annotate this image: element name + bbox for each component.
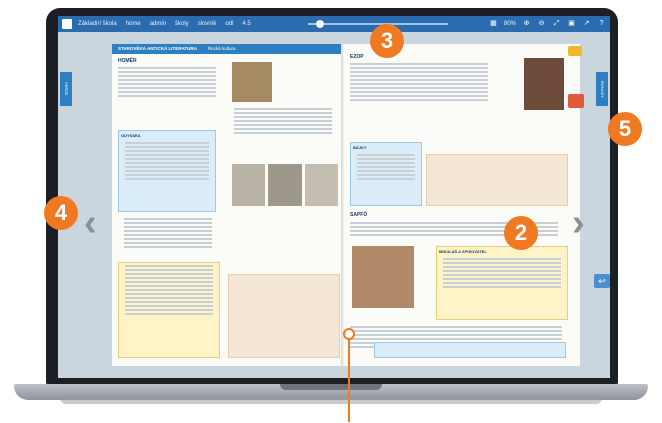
right-section-title-2: SAPFÓ [350, 212, 368, 218]
help-icon[interactable]: ? [597, 19, 606, 28]
right-yellow-box: MIKULÁŠ A SPISOVATEL [436, 246, 568, 320]
zoom-level: 80% [503, 20, 516, 27]
portrait-image [524, 58, 564, 110]
laptop-shadow [60, 398, 602, 404]
statue-image-3 [304, 164, 338, 206]
right-page: EZOP BÁJKY SAPFÓ MIKULÁŠ A SPISOVATEL [344, 44, 580, 366]
statue-image-1 [232, 164, 266, 206]
toolbar-item-home[interactable]: home [126, 21, 141, 27]
right-fable-box: BÁJKY [350, 142, 422, 206]
horse-image [232, 62, 272, 102]
sappho-painting [352, 246, 414, 308]
folder-icon[interactable] [568, 46, 582, 56]
left-page: STAROVĚKÁ ANTICKÁ LITERATURA Řecká kultu… [112, 44, 344, 366]
fullscreen-icon[interactable]: ⤢ [552, 19, 561, 28]
grid-icon[interactable]: ▦ [489, 19, 498, 28]
left-writing-area[interactable] [228, 274, 340, 358]
right-fable-box-title: BÁJKY [353, 145, 367, 150]
print-icon[interactable]: ▣ [567, 19, 576, 28]
left-yellow-box [118, 262, 220, 358]
share-icon[interactable]: ↗ [582, 19, 591, 28]
callout-3: 3 [370, 24, 404, 58]
checklist-lines [118, 216, 218, 250]
statue-image-2 [268, 164, 302, 206]
page-slider-knob[interactable] [316, 20, 324, 28]
app-screen: Základní škola home admin školy slovník … [58, 16, 610, 378]
right-text-block [344, 63, 494, 101]
zoom-in-icon[interactable]: ⊕ [522, 19, 531, 28]
bonus-side-tab[interactable]: BONUSY [596, 72, 608, 106]
versions-side-tab[interactable]: VERZE [60, 72, 72, 106]
media-icon[interactable] [568, 94, 584, 108]
top-toolbar: Základní škola home admin školy slovník … [58, 16, 610, 32]
callout-2: 2 [504, 216, 538, 250]
laptop-notch [280, 384, 382, 390]
left-page-header: STAROVĚKÁ ANTICKÁ LITERATURA Řecká kultu… [112, 44, 344, 54]
pointer-dot [343, 328, 355, 340]
toolbar-item-schools[interactable]: školy [175, 21, 189, 27]
right-table [374, 342, 566, 358]
left-band-subtitle: Řecká kultura [208, 46, 236, 51]
page-slider-track[interactable] [308, 23, 448, 25]
left-text-block [112, 67, 222, 97]
zoom-out-icon[interactable]: ⊖ [537, 19, 546, 28]
left-exercise-lines [228, 106, 338, 136]
left-info-box-title: ODYSSEA [121, 133, 141, 138]
left-band-title: STAROVĚKÁ ANTICKÁ LITERATURA [118, 46, 197, 51]
next-page-chevron-icon[interactable]: › [572, 204, 585, 242]
left-info-box: ODYSSEA [118, 130, 216, 212]
right-writing-area[interactable] [426, 154, 568, 206]
app-logo-icon[interactable] [62, 19, 72, 29]
pointer-line [348, 334, 350, 422]
back-arrow-icon[interactable]: ↩ [594, 274, 610, 288]
prev-page-chevron-icon[interactable]: ‹ [84, 204, 97, 242]
callout-5: 5 [608, 112, 642, 146]
right-yellow-box-title: MIKULÁŠ A SPISOVATEL [439, 249, 487, 254]
toolbar-item-dictionary[interactable]: slovník [198, 21, 217, 27]
toolbar-item-odl[interactable]: odl [225, 21, 233, 27]
page-number-readout: 4.5 [242, 21, 251, 27]
toolbar-item-school[interactable]: Základní škola [78, 21, 117, 27]
left-section-title: HOMÉR [118, 58, 137, 64]
callout-4: 4 [44, 196, 78, 230]
statue-images [232, 164, 338, 206]
toolbar-right-group: ▦ 80% ⊕ ⊖ ⤢ ▣ ↗ ? [483, 19, 606, 28]
toolbar-item-admin[interactable]: admin [150, 21, 166, 27]
